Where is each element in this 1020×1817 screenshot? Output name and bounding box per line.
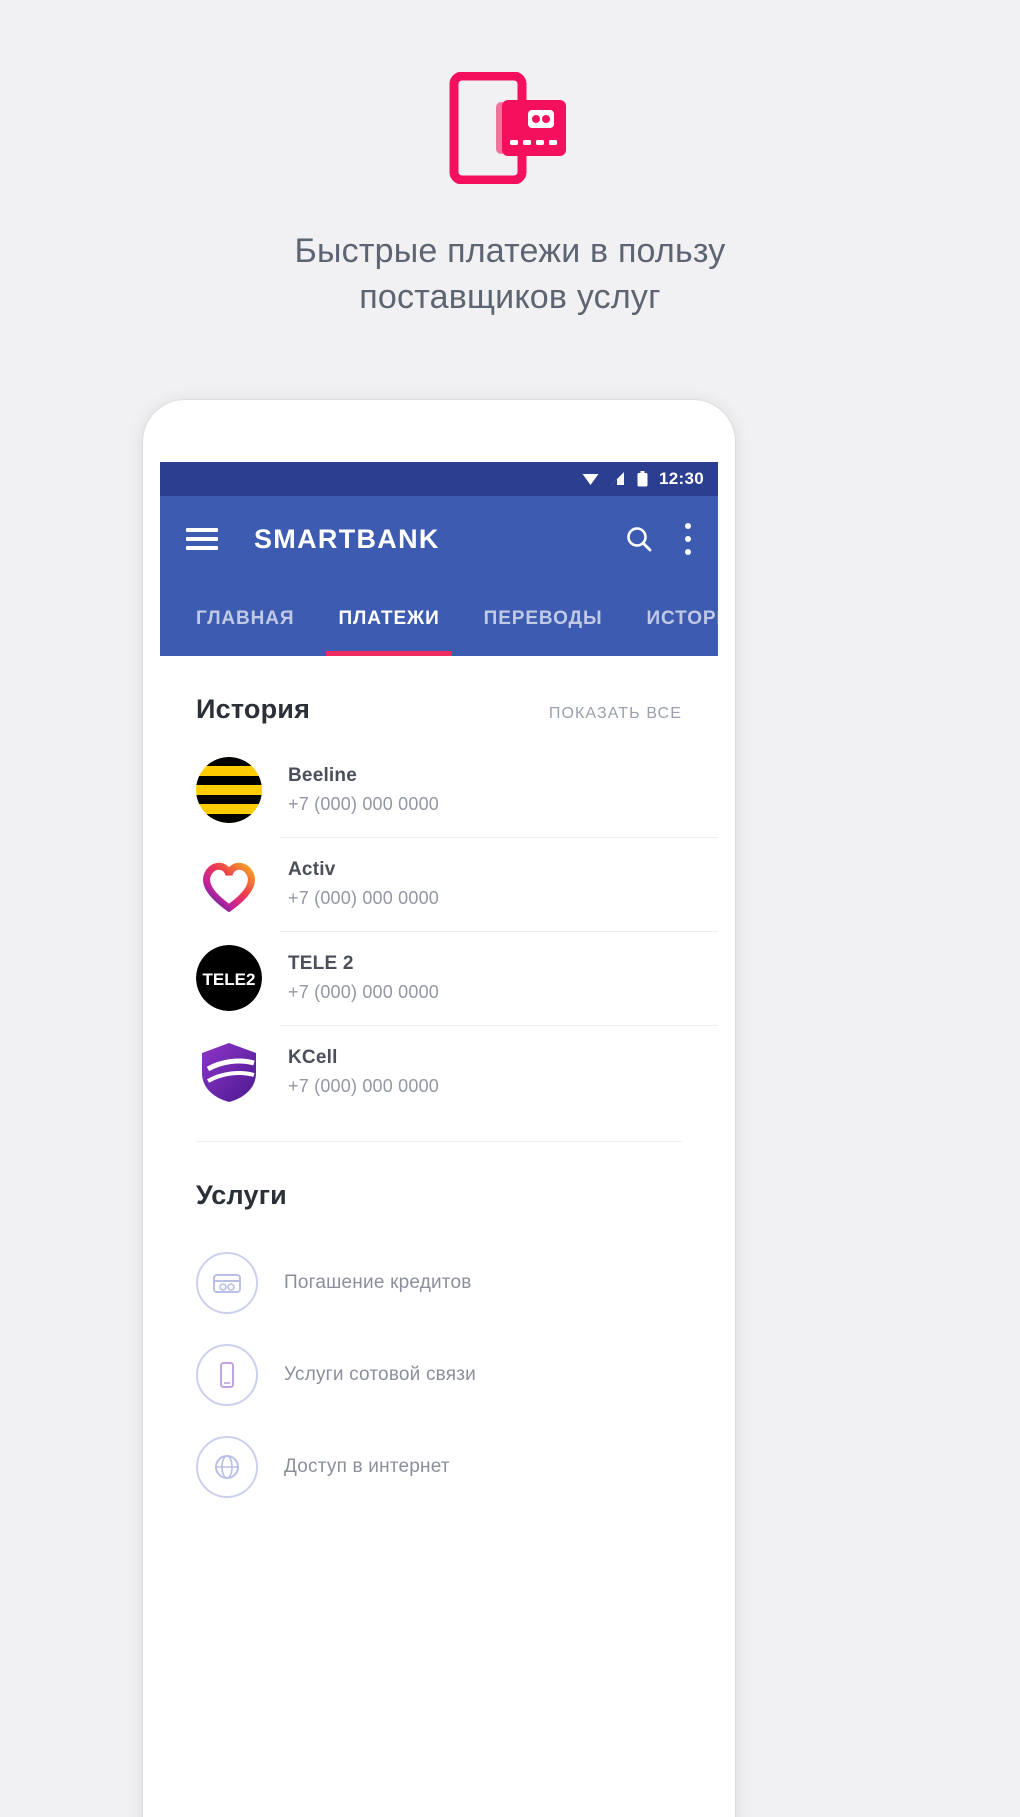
- wifi-icon: [582, 474, 599, 485]
- provider-name: TELE 2: [288, 953, 354, 974]
- provider-phone: +7 (000) 000 0000: [288, 794, 440, 814]
- tele2-logo: TELE2: [196, 945, 262, 1011]
- list-item[interactable]: Activ +7 (000) 000 0000: [160, 837, 718, 931]
- kcell-logo: [196, 1039, 262, 1105]
- svg-text:TELE2: TELE2: [203, 970, 256, 989]
- phone-mockup: 12:30 SMARTBANK ГЛАВНАЯ ПЛАТЕЖИ ПЕРЕВОДЫ…: [143, 400, 735, 1817]
- list-item[interactable]: Beeline +7 (000) 000 0000: [160, 743, 718, 837]
- provider-phone: +7 (000) 000 0000: [288, 1076, 440, 1096]
- list-item[interactable]: KCell +7 (000) 000 0000: [160, 1025, 718, 1119]
- service-label: Погашение кредитов: [284, 1272, 472, 1293]
- search-icon[interactable]: [624, 524, 654, 554]
- phone-screen: 12:30 SMARTBANK ГЛАВНАЯ ПЛАТЕЖИ ПЕРЕВОДЫ…: [160, 462, 718, 1817]
- service-label: Услуги сотовой связи: [284, 1364, 476, 1385]
- battery-icon: [637, 471, 648, 487]
- beeline-logo: [196, 757, 262, 823]
- activ-logo: [196, 851, 262, 917]
- app-bar: SMARTBANK: [160, 496, 718, 582]
- list-item-text: Beeline +7 (000) 000 0000: [288, 765, 439, 815]
- tab-platezhi[interactable]: ПЛАТЕЖИ: [316, 582, 461, 656]
- services-list: Погашение кредитов Услуги сотовой связи: [160, 1229, 718, 1513]
- provider-phone: +7 (000) 000 0000: [288, 982, 440, 1002]
- signal-icon: [611, 472, 625, 485]
- headline-line-1: Быстрые платежи в пользу: [294, 232, 726, 270]
- service-label: Доступ в интернет: [284, 1456, 450, 1477]
- headline-line-2: поставщиков услуг: [359, 278, 661, 316]
- list-item-text: KCell +7 (000) 000 0000: [288, 1047, 439, 1097]
- globe-icon: [196, 1436, 258, 1498]
- status-time: 12:30: [659, 469, 704, 488]
- list-item[interactable]: TELE2 TELE 2 +7 (000) 000 0000: [160, 931, 718, 1025]
- phone-card-icon: [448, 71, 572, 185]
- hamburger-menu-icon[interactable]: [186, 528, 218, 550]
- provider-phone: +7 (000) 000 0000: [288, 888, 440, 908]
- mobile-phone-icon: [196, 1344, 258, 1406]
- tab-istoriya[interactable]: ИСТОРИЯ: [624, 582, 718, 656]
- tab-bar: ГЛАВНАЯ ПЛАТЕЖИ ПЕРЕВОДЫ ИСТОРИЯ: [160, 582, 718, 656]
- tab-perevody[interactable]: ПЕРЕВОДЫ: [462, 582, 625, 656]
- services-section-header: Услуги: [160, 1142, 718, 1229]
- more-vertical-icon[interactable]: [684, 523, 692, 555]
- app-title: SMARTBANK: [254, 523, 440, 554]
- tab-glavnaya[interactable]: ГЛАВНАЯ: [174, 582, 316, 656]
- history-title: История: [196, 694, 311, 724]
- provider-name: Activ: [288, 859, 336, 880]
- history-list: Beeline +7 (000) 000 0000 Activ +7 (000)…: [160, 743, 718, 1119]
- list-item-text: TELE 2 +7 (000) 000 0000: [288, 953, 439, 1003]
- credit-repay-icon: [196, 1252, 258, 1314]
- page-title: Быстрые платежи в пользу поставщиков усл…: [0, 228, 1020, 320]
- list-item[interactable]: Доступ в интернет: [160, 1421, 718, 1513]
- services-title: Услуги: [196, 1180, 287, 1210]
- history-section-header: История ПОКАЗАТЬ ВСЕ: [160, 656, 718, 743]
- show-all-button[interactable]: ПОКАЗАТЬ ВСЕ: [549, 705, 682, 723]
- play-store-screenshot: Быстрые платежи в пользу поставщиков усл…: [0, 0, 1020, 1817]
- provider-name: Beeline: [288, 765, 357, 786]
- screen-content: История ПОКАЗАТЬ ВСЕ Beeline +7 (000) 00…: [160, 656, 718, 1513]
- list-item[interactable]: Погашение кредитов: [160, 1237, 718, 1329]
- list-item[interactable]: Услуги сотовой связи: [160, 1329, 718, 1421]
- provider-name: KCell: [288, 1047, 338, 1068]
- list-item-text: Activ +7 (000) 000 0000: [288, 859, 439, 909]
- status-bar: 12:30: [160, 462, 718, 496]
